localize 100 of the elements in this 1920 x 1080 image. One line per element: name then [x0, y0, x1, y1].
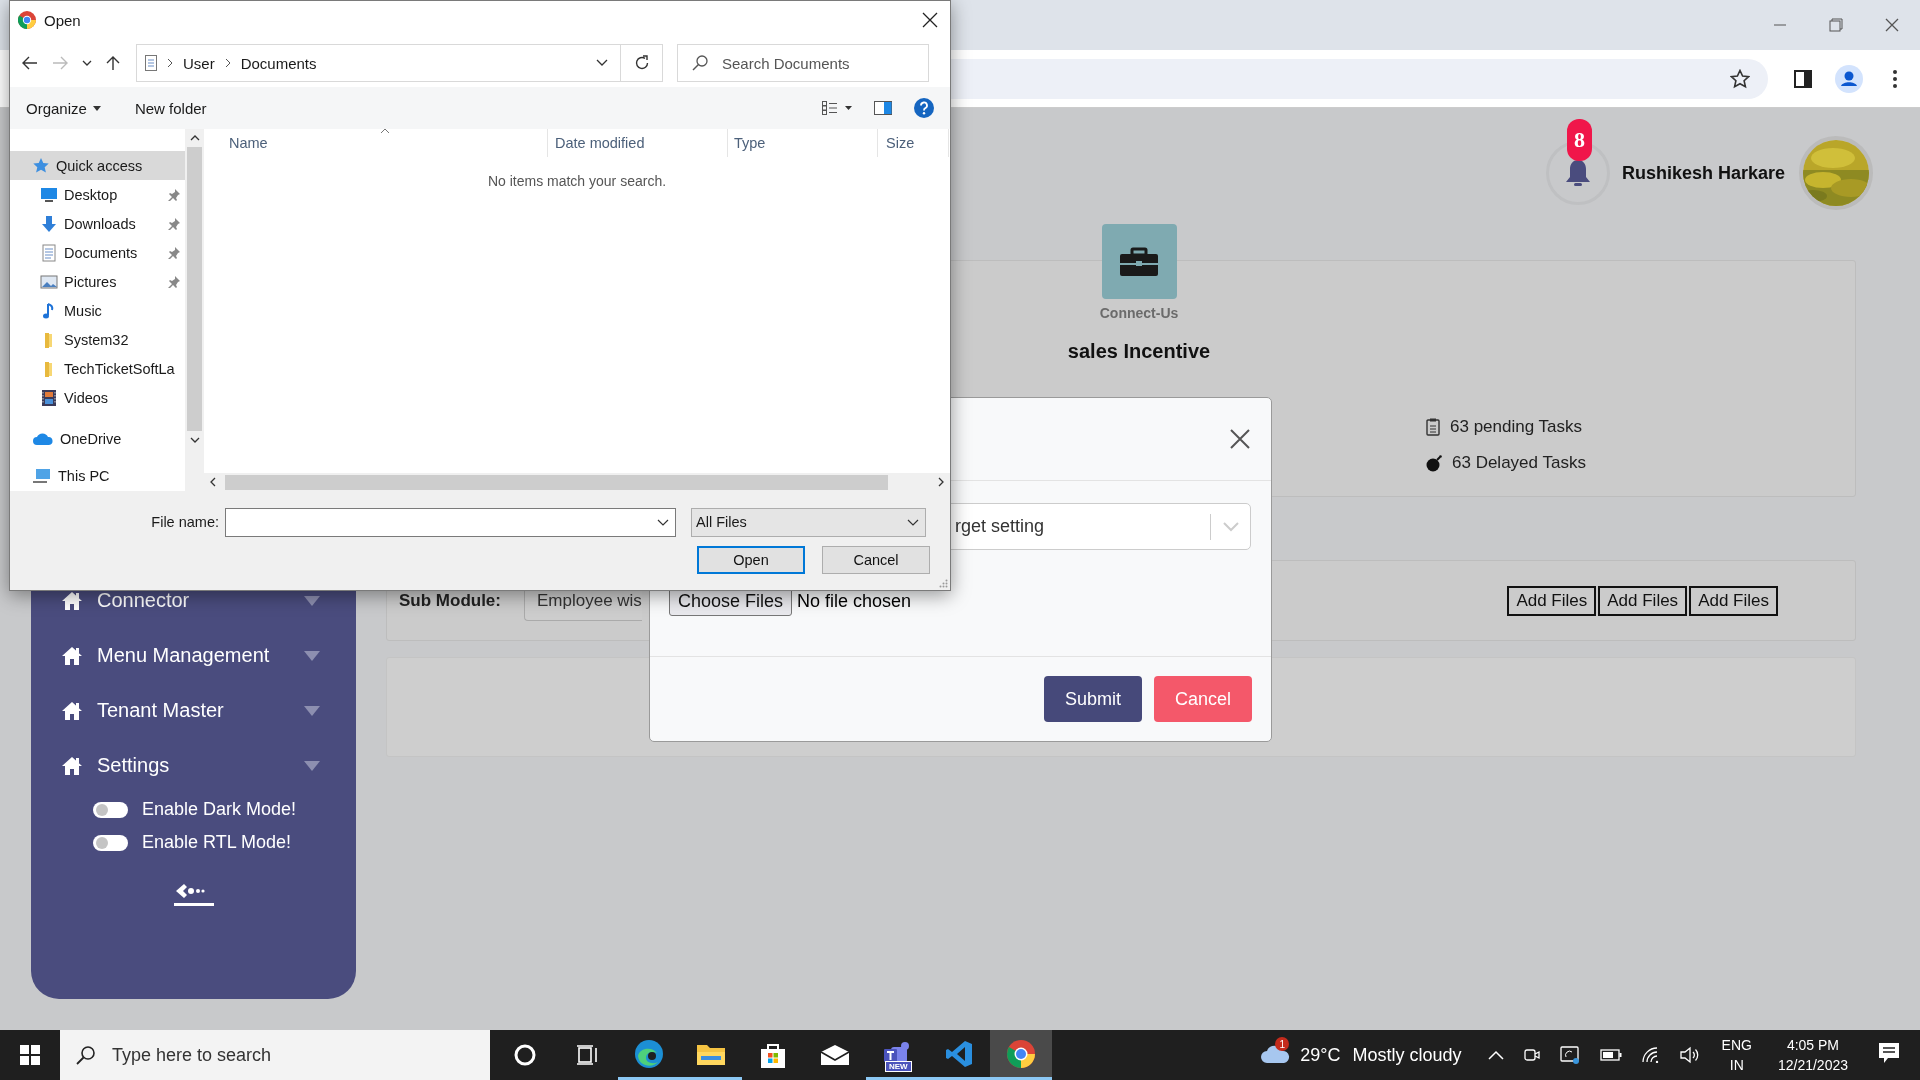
sidebar-item[interactable]: Tenant Master [31, 683, 356, 738]
bell-icon [1564, 158, 1591, 188]
back-icon[interactable] [22, 56, 38, 70]
house-icon [61, 755, 83, 776]
chrome-logo-icon [1007, 1039, 1035, 1068]
scrollbar[interactable] [185, 129, 204, 491]
nav-item[interactable]: OneDrive [10, 424, 185, 453]
sidebar-item[interactable]: Connector [31, 573, 356, 628]
taskbar-search-field[interactable]: Type here to search [60, 1030, 490, 1080]
address-bar[interactable]: User Documents [136, 44, 621, 82]
file-name-field[interactable] [225, 507, 676, 537]
toggle-switch[interactable] [93, 801, 128, 818]
profile-icon[interactable] [1835, 64, 1863, 93]
house-icon [61, 645, 83, 666]
cancel-button[interactable]: Cancel [822, 546, 930, 574]
windows-icon[interactable] [20, 1045, 40, 1065]
scroll-right-icon[interactable] [938, 477, 944, 487]
breadcrumb-item[interactable]: User [183, 54, 215, 72]
organize-menu[interactable]: Organize [20, 95, 107, 121]
restore-icon[interactable] [1829, 18, 1843, 32]
search-input[interactable]: Type here to search [110, 1043, 474, 1067]
field-label: Sub Module: [399, 590, 501, 611]
column-header[interactable]: Name [204, 129, 548, 157]
nav-item[interactable]: TechTicketSoftLa [10, 354, 185, 383]
star-icon[interactable] [1730, 68, 1750, 89]
scroll-up-icon[interactable] [189, 135, 200, 141]
tile-label: Connect-Us [1099, 305, 1179, 321]
monitor-icon [40, 186, 58, 203]
nav-item[interactable]: Quick access [10, 151, 185, 180]
column-header[interactable]: Date modified [548, 129, 728, 157]
chevron-down-icon [907, 518, 919, 526]
film-icon [40, 388, 58, 407]
task-view-icon [576, 1045, 598, 1065]
column-header[interactable]: Type [728, 129, 878, 157]
nav-item[interactable]: Desktop [10, 180, 185, 209]
refresh-icon[interactable] [633, 55, 650, 71]
caret-icon [92, 105, 101, 111]
side-panel-icon[interactable] [1794, 69, 1812, 88]
new-badge: NEW [885, 1061, 912, 1072]
notifications-icon[interactable] [1878, 1042, 1900, 1064]
nav-item[interactable]: Music [10, 296, 185, 325]
toolbar-button[interactable]: New folder [128, 95, 213, 121]
close-icon[interactable] [1229, 428, 1251, 450]
battery-icon[interactable] [1599, 1049, 1622, 1061]
wifi-icon[interactable] [1641, 1047, 1660, 1063]
document-icon [40, 243, 58, 262]
collapse-icon[interactable] [171, 881, 216, 907]
nav-item[interactable]: Documents [10, 238, 185, 267]
taskbar-app[interactable]: NEW [866, 1030, 928, 1080]
sync-icon[interactable] [1559, 1046, 1580, 1064]
scroll-down-icon[interactable] [189, 437, 200, 443]
camera-icon[interactable] [1523, 1047, 1540, 1063]
language-indicator[interactable]: ENG IN [1721, 1035, 1752, 1075]
scroll-left-icon[interactable] [210, 477, 216, 487]
nav-item[interactable]: This PC [10, 461, 185, 490]
file-type-select[interactable]: All Files [691, 507, 926, 537]
caret-icon [304, 595, 320, 606]
search-field[interactable]: Search Documents [677, 44, 929, 82]
chevron-down-icon[interactable] [596, 59, 608, 67]
clock[interactable]: 4:05 PM 12/21/2023 [1777, 1035, 1848, 1075]
search-input[interactable]: Search Documents [720, 53, 924, 73]
cloud-icon [32, 430, 54, 447]
search-icon [692, 55, 708, 71]
caret-icon [304, 705, 320, 716]
submit-button[interactable]: Submit [1043, 676, 1142, 722]
connect-tile[interactable] [1101, 224, 1177, 299]
add-files-button[interactable]: Add Files [1598, 585, 1688, 616]
circle-icon [514, 1044, 536, 1066]
nav-item[interactable]: Downloads [10, 209, 185, 238]
toggle-switch[interactable] [93, 834, 128, 851]
breadcrumb-item[interactable]: Documents [240, 54, 317, 72]
taskbar-app[interactable] [990, 1030, 1052, 1080]
select-value: rget setting [955, 516, 1046, 537]
add-files-button[interactable]: Add Files [1689, 585, 1778, 616]
nav-item[interactable]: Pictures [10, 267, 185, 296]
preview-pane-icon[interactable] [874, 101, 892, 115]
close-icon[interactable] [922, 12, 938, 28]
chevron-down-icon [1223, 521, 1239, 532]
up-icon[interactable] [106, 55, 120, 71]
nav-item[interactable]: Videos [10, 383, 185, 412]
nav-item[interactable]: System32 [10, 325, 185, 354]
open-button[interactable]: Open [697, 546, 805, 574]
chevron-right-icon [167, 58, 173, 68]
menu-icon[interactable] [1892, 68, 1898, 89]
speaker-icon[interactable] [1679, 1046, 1700, 1064]
column-header[interactable]: Size [878, 129, 949, 157]
horizontal-scrollbar[interactable] [204, 473, 950, 491]
sidebar-item[interactable]: Menu Management [31, 628, 356, 683]
help-icon[interactable] [914, 98, 934, 118]
envelope-icon [820, 1044, 850, 1066]
view-options-icon[interactable] [822, 101, 852, 115]
sidebar-item[interactable]: Settings [31, 738, 356, 793]
chevron-down-icon[interactable] [82, 59, 92, 67]
code-editor-icon [945, 1039, 973, 1068]
computer-icon [32, 467, 52, 484]
chevron-up-icon[interactable] [1487, 1050, 1504, 1060]
resize-grip-icon[interactable] [939, 579, 948, 588]
temperature: 29°C [1300, 1044, 1341, 1066]
toggle-label: Enable RTL Mode! [142, 832, 292, 853]
add-files-button[interactable]: Add Files [1507, 585, 1597, 616]
